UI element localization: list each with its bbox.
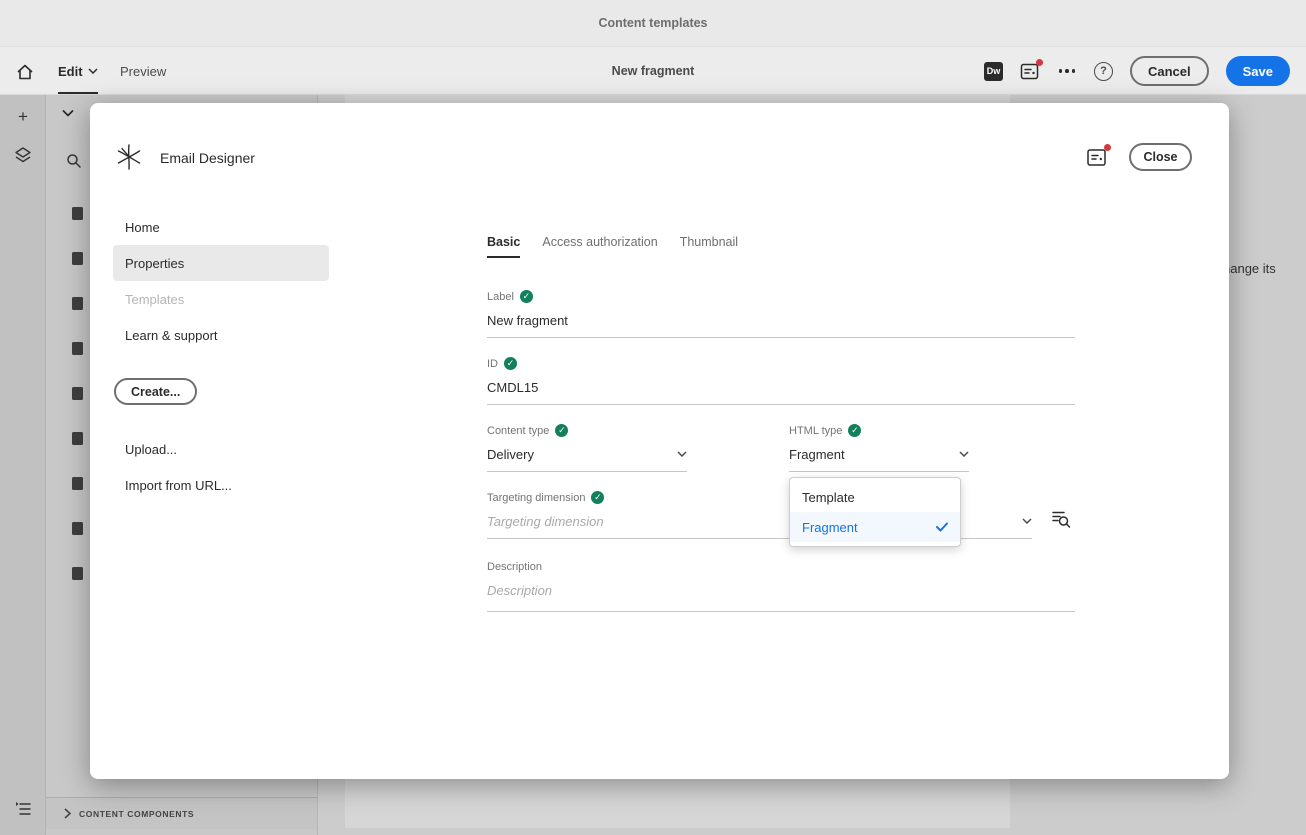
html-type-value: Fragment <box>789 446 845 462</box>
toolbar: Edit Preview New fragment Dw ? Cancel Sa… <box>0 47 1306 95</box>
dialog-title: Email Designer <box>160 150 255 166</box>
feedback-notification-button[interactable] <box>1020 59 1043 81</box>
email-designer-dialog: Email Designer Close Home Properties Tem… <box>90 103 1229 779</box>
description-label-row: Description <box>487 560 1075 573</box>
targeting-placeholder: Targeting dimension <box>487 513 604 529</box>
sidebar-item-label: Templates <box>125 291 185 307</box>
more-actions-button[interactable] <box>1057 61 1077 81</box>
sidebar-item-properties[interactable]: Properties <box>113 245 329 281</box>
dialog-sidebar: Home Properties Templates Learn & suppor… <box>113 209 329 353</box>
description-field[interactable]: Description Description <box>487 561 1075 612</box>
chevron-down-icon <box>677 451 687 457</box>
email-designer-logo-icon <box>115 143 143 171</box>
tab-edit-indicator <box>58 92 98 94</box>
valid-check-icon: ✓ <box>504 357 517 370</box>
content-type-value: Delivery <box>487 446 534 462</box>
cancel-button[interactable]: Cancel <box>1129 56 1209 86</box>
tab-basic[interactable]: Basic <box>487 225 521 258</box>
field-label: ID <box>487 357 498 370</box>
chevron-down-icon <box>959 451 969 457</box>
more-icon <box>1058 69 1076 73</box>
app-header-title: Content templates <box>598 16 708 30</box>
content-type-label-row: Content type ✓ <box>487 424 687 437</box>
tab-label: Basic <box>487 234 521 249</box>
browse-dimensions-button[interactable] <box>1050 508 1072 530</box>
field-label: Targeting dimension <box>487 491 586 504</box>
sidebar-item-label: Home <box>125 219 160 235</box>
sidebar-item-label: Learn & support <box>125 327 218 343</box>
field-label: Content type <box>487 424 550 437</box>
save-button[interactable]: Save <box>1225 56 1290 86</box>
create-button[interactable]: Create... <box>114 378 198 405</box>
top-bar: Content templates <box>0 0 1306 47</box>
upload-link[interactable]: Upload... <box>113 431 329 467</box>
label-input-value: New fragment <box>487 312 568 328</box>
tab-preview-label: Preview <box>120 63 167 79</box>
tab-access-authorization[interactable]: Access authorization <box>542 225 657 258</box>
valid-check-icon: ✓ <box>555 424 569 437</box>
sidebar-item-learn-support[interactable]: Learn & support <box>113 317 329 353</box>
toolbar-actions: Dw ? Cancel Save <box>983 47 1290 95</box>
tab-thumbnail[interactable]: Thumbnail <box>680 225 738 258</box>
help-button[interactable]: ? <box>1093 61 1113 81</box>
option-label: Template <box>802 489 855 505</box>
dropdown-option-template[interactable]: Template <box>790 482 960 512</box>
label-field-label-row: Label ✓ <box>487 290 1075 303</box>
field-label: Label <box>487 290 514 303</box>
tab-preview[interactable]: Preview <box>120 47 166 95</box>
id-field[interactable]: ID ✓ CMDL15 <box>487 357 1075 405</box>
selected-check-icon <box>936 522 948 532</box>
import-link-label: Import from URL... <box>125 477 232 493</box>
html-type-dropdown: Template Fragment <box>789 477 961 547</box>
html-type-picker[interactable]: HTML type ✓ Fragment <box>789 424 969 472</box>
valid-check-icon: ✓ <box>848 424 862 437</box>
tab-label: Access authorization <box>542 234 658 249</box>
label-field[interactable]: Label ✓ New fragment <box>487 290 1075 338</box>
valid-check-icon: ✓ <box>519 290 533 303</box>
upload-link-label: Upload... <box>125 441 178 457</box>
tab-edit[interactable]: Edit <box>58 47 98 95</box>
content-type-picker[interactable]: Content type ✓ Delivery <box>487 424 687 472</box>
notification-dot <box>1104 144 1111 151</box>
description-placeholder: Description <box>487 582 553 598</box>
dreamweaver-badge[interactable]: Dw <box>983 61 1003 81</box>
id-field-label-row: ID ✓ <box>487 357 1075 370</box>
sidebar-item-label: Properties <box>125 255 185 271</box>
chevron-down-icon <box>1022 518 1032 524</box>
sidebar-item-home[interactable]: Home <box>113 209 329 245</box>
home-button[interactable] <box>14 61 36 83</box>
option-label: Fragment <box>802 519 858 535</box>
dropdown-option-fragment[interactable]: Fragment <box>790 512 960 542</box>
html-type-label-row: HTML type ✓ <box>789 424 969 437</box>
sidebar-item-templates: Templates <box>113 281 329 317</box>
notification-dot <box>1035 59 1043 66</box>
home-icon <box>15 62 35 82</box>
chevron-down-icon <box>88 68 98 74</box>
properties-tabs: Basic Access authorization Thumbnail <box>487 225 738 258</box>
import-from-url-link[interactable]: Import from URL... <box>113 467 329 503</box>
tab-edit-label: Edit <box>58 63 83 79</box>
document-title: New fragment <box>611 64 695 78</box>
field-label: HTML type <box>789 424 843 437</box>
question-icon: ? <box>1100 65 1107 77</box>
field-label: Description <box>487 560 543 573</box>
data-search-icon <box>1051 509 1071 529</box>
close-button[interactable]: Close <box>1129 143 1192 171</box>
dialog-feedback-button[interactable] <box>1086 144 1111 169</box>
id-input-value: CMDL15 <box>487 379 539 395</box>
tab-label: Thumbnail <box>679 234 739 249</box>
valid-check-icon: ✓ <box>591 491 605 504</box>
